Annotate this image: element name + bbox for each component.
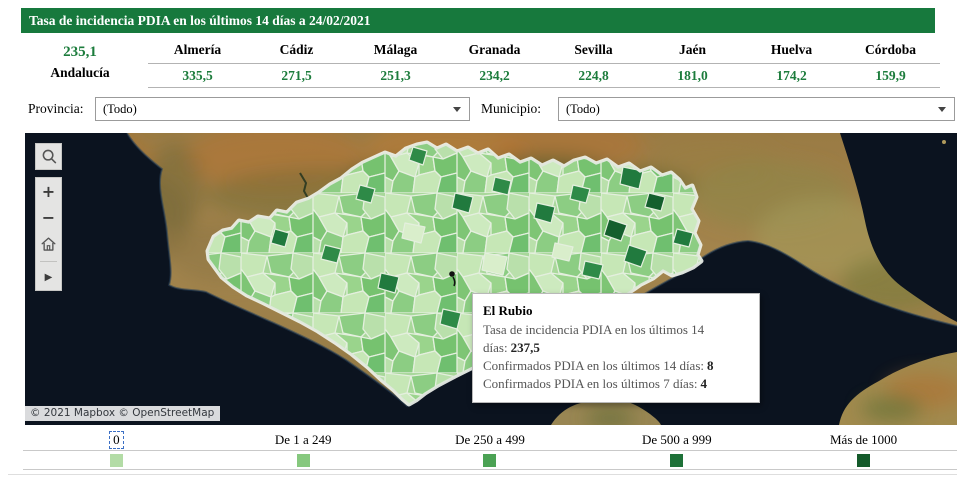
- legend-divider: [23, 469, 957, 470]
- region-total-value: 235,1: [24, 44, 136, 61]
- provincia-dropdown[interactable]: (Todo): [95, 97, 470, 121]
- province-value: 224,8: [544, 68, 643, 84]
- region-total: 235,1 Andalucía: [24, 44, 136, 81]
- province-value: 251,3: [346, 68, 445, 84]
- search-icon: [39, 147, 59, 167]
- toolbar-divider: [40, 261, 57, 262]
- province-value: 159,9: [841, 68, 940, 84]
- municipio-dropdown[interactable]: (Todo): [558, 97, 955, 121]
- map-toolbar: + − ▶: [35, 177, 62, 291]
- legend-label[interactable]: De 1 a 249: [272, 432, 335, 448]
- province-value: 335,5: [148, 68, 247, 84]
- zoom-in-button[interactable]: +: [36, 178, 61, 204]
- tooltip-row: Tasa de incidencia PDIA en los últimos 1…: [483, 321, 749, 357]
- legend-label[interactable]: Más de 1000: [827, 432, 900, 448]
- map-tooltip: El Rubio Tasa de incidencia PDIA en los …: [472, 293, 760, 403]
- province-name: Almería: [148, 42, 247, 61]
- color-legend-swatches: [23, 451, 957, 469]
- legend-swatch[interactable]: [670, 454, 683, 467]
- dashboard: Tasa de incidencia PDIA en los últimos 1…: [0, 0, 962, 479]
- tooltip-title: El Rubio: [483, 302, 749, 320]
- home-button[interactable]: [36, 230, 61, 259]
- province-name: Córdoba: [841, 42, 940, 61]
- province-name: Cádiz: [247, 42, 346, 61]
- tooltip-row: Confirmados PDIA en los últimos 14 días:…: [483, 357, 749, 375]
- zoom-out-button[interactable]: −: [36, 204, 61, 230]
- province-value: 234,2: [445, 68, 544, 84]
- legend-label[interactable]: 0: [110, 432, 123, 448]
- map[interactable]: + − ▶ © 2021 Mapbox © OpenStreetMap El R…: [25, 133, 957, 425]
- legend-label[interactable]: De 500 a 999: [639, 432, 715, 448]
- province-value: 181,0: [643, 68, 742, 84]
- expand-arrow-icon: ▶: [45, 272, 53, 283]
- tooltip-row: Confirmados PDIA en los últimos 7 días:4: [483, 375, 749, 393]
- page-bottom-divider: [8, 474, 957, 475]
- province-name: Sevilla: [544, 42, 643, 61]
- home-icon: [39, 235, 58, 254]
- map-search-button[interactable]: [35, 143, 62, 170]
- toolbar-expand-button[interactable]: ▶: [36, 264, 61, 290]
- color-legend: 0 De 1 a 249 De 250 a 499 De 500 a 999 M…: [23, 432, 957, 448]
- map-attribution[interactable]: © 2021 Mapbox © OpenStreetMap: [25, 406, 220, 421]
- title-bar: Tasa de incidencia PDIA en los últimos 1…: [21, 8, 935, 33]
- provincia-filter-label: Provincia:: [28, 101, 84, 117]
- legend-swatch[interactable]: [297, 454, 310, 467]
- province-name: Huelva: [742, 42, 841, 61]
- municipio-dropdown-value: (Todo): [566, 102, 600, 116]
- legend-label[interactable]: De 250 a 499: [452, 432, 528, 448]
- dropdown-arrow-icon: [938, 107, 946, 112]
- province-name: Granada: [445, 42, 544, 61]
- legend-swatch[interactable]: [110, 454, 123, 467]
- municipio-filter-label: Municipio:: [481, 101, 541, 117]
- provincia-dropdown-value: (Todo): [103, 102, 137, 116]
- province-value: 271,5: [247, 68, 346, 84]
- legend-swatch[interactable]: [857, 454, 870, 467]
- legend-swatch[interactable]: [483, 454, 496, 467]
- province-table: Almería Cádiz Málaga Granada Sevilla Jaé…: [148, 42, 940, 88]
- province-name: Málaga: [346, 42, 445, 61]
- dropdown-arrow-icon: [453, 107, 461, 112]
- region-total-label: Andalucía: [24, 65, 136, 81]
- table-divider: [148, 87, 940, 88]
- province-name: Jaén: [643, 42, 742, 61]
- province-value: 174,2: [742, 68, 841, 84]
